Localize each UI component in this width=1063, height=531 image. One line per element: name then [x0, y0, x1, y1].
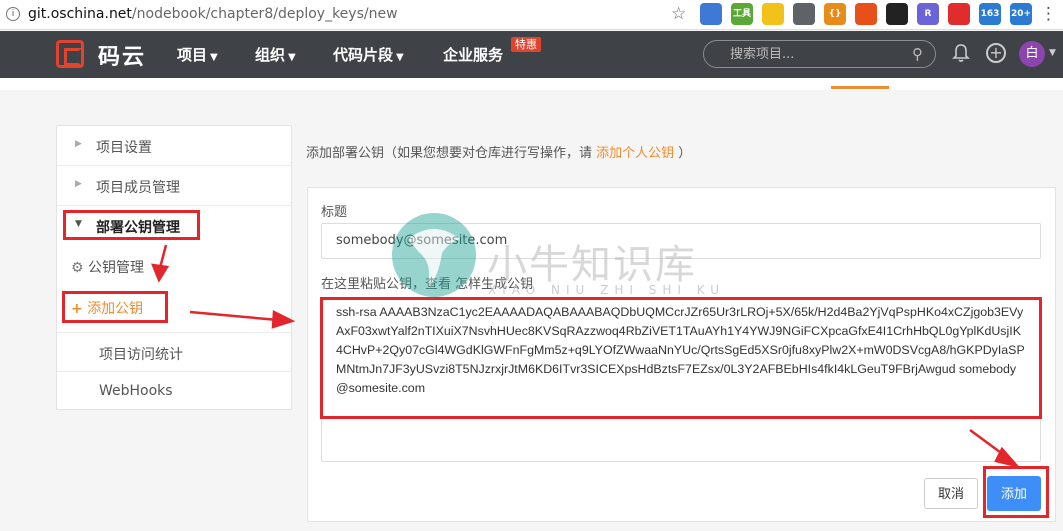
watermark-text: 小牛知识库: [487, 242, 697, 288]
search-input[interactable]: [728, 45, 898, 63]
chevron-down-icon: ▼: [210, 52, 218, 63]
sidebar-item-access-stats[interactable]: 项目访问统计: [57, 332, 291, 372]
nav-snippets[interactable]: 代码片段 ▼: [333, 44, 404, 65]
chevron-down-icon: ▼: [396, 52, 404, 63]
gear-icon: ⚙: [71, 260, 84, 276]
ext-purple-icon[interactable]: R: [917, 3, 939, 25]
page-title-text: 添加部署公钥（如果您想要对仓库进行写操作，请: [306, 146, 597, 161]
address-bar[interactable]: git.oschina.net/nodebook/chapter8/deploy…: [28, 6, 398, 22]
sidebar-item-label: 项目访问统计: [99, 347, 183, 363]
nav-orgs-label: 组织: [255, 46, 286, 64]
nav-projects[interactable]: 项目 ▼: [177, 44, 218, 65]
active-tab-indicator: [831, 86, 889, 89]
ext-blue-icon[interactable]: [700, 3, 722, 25]
sidebar-subitem-label: 公钥管理: [88, 260, 145, 276]
ext-tools-icon[interactable]: 工具: [731, 3, 753, 25]
browser-toolbar: i git.oschina.net/nodebook/chapter8/depl…: [0, 0, 1063, 30]
ext-orange-ring-icon[interactable]: [855, 3, 877, 25]
sidebar-subitem-key-manage[interactable]: ⚙ 公钥管理: [71, 257, 144, 277]
settings-sidebar: ▶ 项目设置 ▶ 项目成员管理 ▼ 部署公钥管理 ⚙ 公钥管理 + 添加公钥 项…: [56, 125, 292, 410]
cancel-button[interactable]: 取消: [924, 478, 978, 509]
nav-orgs[interactable]: 组织 ▼: [255, 44, 296, 65]
logo-icon[interactable]: [56, 40, 84, 68]
page-title-suffix: ）: [674, 146, 692, 161]
highlight-box-key: [320, 297, 1042, 419]
logo-text[interactable]: 码云: [98, 39, 146, 71]
sidebar-item-label: 项目成员管理: [96, 180, 180, 196]
highlight-box-add-key: [62, 291, 168, 323]
sidebar-item-project-settings[interactable]: ▶ 项目设置: [57, 126, 291, 166]
search-icon[interactable]: ⚲: [912, 45, 923, 63]
ext-20plus-icon[interactable]: 20+: [1010, 3, 1032, 25]
ext-braces-icon[interactable]: {}: [824, 3, 846, 25]
promo-badge: 特惠: [511, 37, 541, 52]
chevron-right-icon: ▶: [75, 179, 82, 189]
highlight-box-add-button: [983, 466, 1049, 518]
nav-enterprise-label: 企业服务: [443, 46, 504, 64]
ext-163-icon[interactable]: 163: [979, 3, 1001, 25]
sidebar-item-label: WebHooks: [99, 383, 173, 399]
ext-yellow-icon[interactable]: [762, 3, 784, 25]
nav-projects-label: 项目: [177, 46, 208, 64]
ext-chrome-icon[interactable]: [793, 3, 815, 25]
chevron-down-icon[interactable]: ▼: [1049, 48, 1056, 58]
sub-header-bar: [0, 78, 1063, 90]
ext-black-icon[interactable]: [886, 3, 908, 25]
bell-icon[interactable]: [952, 43, 970, 63]
ext-red-icon[interactable]: [948, 3, 970, 25]
watermark-subtext: XIAO NIU ZHI SHI KU: [488, 283, 726, 297]
sidebar-item-webhooks[interactable]: WebHooks: [57, 372, 291, 412]
url-path: /nodebook/chapter8/deploy_keys/new: [131, 6, 398, 22]
chevron-down-icon: ▼: [288, 52, 296, 63]
url-domain: git.oschina.net: [28, 6, 132, 22]
highlight-box-deploy-keys: [63, 210, 200, 240]
info-icon[interactable]: i: [6, 7, 20, 21]
bookmark-star-icon[interactable]: ☆: [671, 4, 686, 24]
browser-menu-icon[interactable]: ⋮: [1040, 4, 1057, 24]
extension-bar: 工具 {} R 163 20+: [700, 3, 1032, 27]
watermark-logo-icon: [392, 213, 476, 297]
page-title: 添加部署公钥（如果您想要对仓库进行写操作，请 添加个人公钥 ）: [306, 142, 691, 161]
add-personal-key-link[interactable]: 添加个人公钥: [596, 146, 674, 161]
sidebar-item-members[interactable]: ▶ 项目成员管理: [57, 166, 291, 206]
top-navbar: 码云 项目▼ 组织▼ 代码片段▼ 企业服务 特惠 ⚲ + 白 ▼: [0, 31, 1063, 78]
nav-snippets-label: 代码片段: [333, 46, 394, 64]
search-box: ⚲: [703, 40, 936, 68]
title-label: 标题: [321, 205, 348, 220]
sidebar-item-label: 项目设置: [96, 140, 152, 156]
avatar[interactable]: 白: [1019, 41, 1045, 67]
create-plus-icon[interactable]: +: [986, 43, 1006, 63]
chevron-right-icon: ▶: [75, 139, 82, 149]
nav-enterprise[interactable]: 企业服务: [443, 44, 503, 65]
